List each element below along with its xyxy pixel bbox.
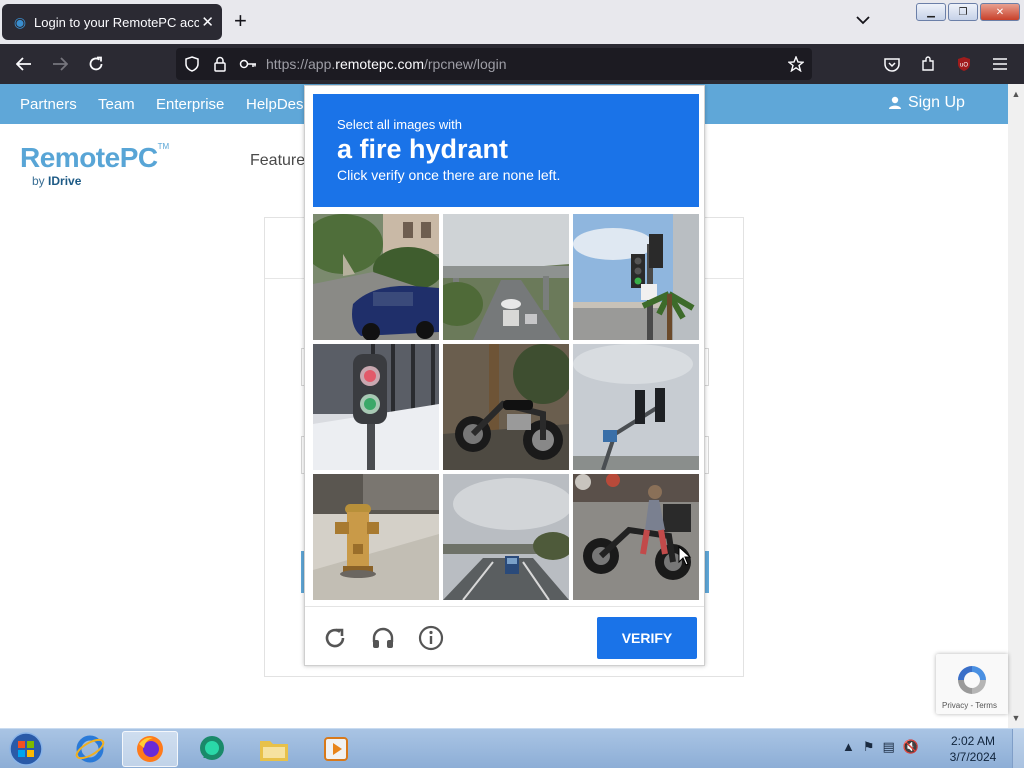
nav-helpdesk[interactable]: HelpDes bbox=[246, 96, 304, 113]
clock-date: 3/7/2024 bbox=[949, 750, 997, 764]
shield-icon[interactable] bbox=[178, 44, 206, 84]
user-icon bbox=[889, 96, 901, 109]
restore-icon[interactable]: ❐ bbox=[948, 3, 978, 21]
image-tile-pedestrian-signal[interactable] bbox=[313, 344, 439, 470]
ublock-origin-icon[interactable]: uO bbox=[950, 44, 978, 84]
nav-features[interactable]: Feature bbox=[250, 152, 305, 170]
navigation-toolbar: https://app.remotepc.com/rpcnew/login uO bbox=[0, 44, 1024, 84]
recaptcha-badge[interactable]: Privacy - Terms bbox=[936, 654, 1008, 714]
url-path: /rpcnew/login bbox=[423, 56, 507, 72]
image-tile-highway-truck[interactable] bbox=[443, 474, 569, 600]
scroll-up-icon[interactable]: ▲ bbox=[1008, 86, 1024, 102]
url-text: https://app.remotepc.com/rpcnew/login bbox=[266, 56, 506, 72]
image-grid bbox=[313, 214, 699, 600]
key-icon[interactable] bbox=[234, 44, 262, 84]
reload-challenge-icon[interactable] bbox=[320, 623, 350, 653]
instruction-line1: Select all images with bbox=[337, 117, 462, 132]
lock-icon[interactable] bbox=[206, 44, 234, 84]
nav-team[interactable]: Team bbox=[98, 96, 135, 113]
media-player-icon[interactable] bbox=[308, 731, 364, 767]
verify-button[interactable]: VERIFY bbox=[597, 617, 697, 659]
image-tile-highway-overpass-traffic[interactable] bbox=[443, 214, 569, 340]
nav-enterprise[interactable]: Enterprise bbox=[156, 96, 224, 113]
new-tab-icon[interactable]: + bbox=[234, 10, 247, 32]
audio-challenge-headphones-icon[interactable] bbox=[368, 623, 398, 653]
remotepc-favicon-icon: ◉ bbox=[13, 13, 27, 30]
start-button[interactable] bbox=[0, 731, 52, 767]
image-tile-traffic-lights-cloudy-sky[interactable] bbox=[573, 344, 699, 470]
close-tab-icon[interactable]: ✕ bbox=[201, 13, 214, 31]
logo-brand: RemotePC bbox=[20, 142, 158, 173]
internet-explorer-icon[interactable] bbox=[62, 731, 118, 767]
nav-partners[interactable]: Partners bbox=[20, 96, 77, 113]
action-center-flag-icon[interactable]: ⚑ bbox=[863, 739, 875, 755]
image-tile-motorcycle-rider[interactable] bbox=[573, 474, 699, 600]
image-tile-traffic-light-palm-tree[interactable] bbox=[573, 214, 699, 340]
app-bubble-icon[interactable] bbox=[184, 731, 240, 767]
clock-time: 2:02 AM bbox=[950, 734, 996, 748]
browser-tab[interactable]: ◉ Login to your RemotePC accou ✕ bbox=[2, 4, 222, 40]
logo-by: by bbox=[32, 174, 45, 188]
image-tile-street-corner-blue-car[interactable] bbox=[313, 214, 439, 340]
menu-hamburger-icon[interactable] bbox=[986, 44, 1014, 84]
svg-text:uO: uO bbox=[960, 63, 968, 69]
extensions-puzzle-icon[interactable] bbox=[914, 44, 942, 84]
show-desktop-button[interactable] bbox=[1012, 729, 1024, 768]
signup-label: Sign Up bbox=[908, 94, 965, 111]
recaptcha-logo-icon bbox=[958, 666, 986, 694]
bookmark-star-icon[interactable] bbox=[782, 44, 810, 84]
windows-start-orb-icon bbox=[9, 732, 43, 766]
minimize-icon[interactable]: ▁ bbox=[916, 3, 946, 21]
page-scrollbar[interactable]: ▲ ▼ bbox=[1008, 84, 1024, 728]
tray-expand-icon[interactable]: ▲ bbox=[842, 739, 855, 755]
challenge-footer: VERIFY bbox=[305, 606, 704, 666]
pocket-icon[interactable] bbox=[878, 44, 906, 84]
file-explorer-folder-icon[interactable] bbox=[246, 731, 302, 767]
chevron-down-icon[interactable] bbox=[856, 12, 870, 28]
firefox-icon[interactable] bbox=[122, 731, 178, 767]
challenge-target: a fire hydrant bbox=[337, 134, 509, 164]
info-icon[interactable] bbox=[416, 623, 446, 653]
mouse-cursor-icon bbox=[678, 546, 692, 566]
challenge-header: Select all images with a fire hydrant Cl… bbox=[313, 94, 699, 207]
volume-muted-icon[interactable]: 🔇 bbox=[903, 739, 919, 755]
window-controls: ▁ ❐ ✕ bbox=[916, 3, 1020, 21]
signup-link[interactable]: Sign Up bbox=[888, 94, 965, 112]
privacy-terms-text[interactable]: Privacy - Terms bbox=[942, 701, 997, 710]
taskbar-clock[interactable]: 2:02 AM 3/7/2024 bbox=[940, 733, 1006, 765]
reload-icon[interactable] bbox=[82, 44, 110, 84]
image-tile-parked-motorcycle[interactable] bbox=[443, 344, 569, 470]
recaptcha-challenge: Select all images with a fire hydrant Cl… bbox=[304, 85, 705, 666]
url-bar[interactable]: https://app.remotepc.com/rpcnew/login bbox=[176, 48, 812, 80]
logo-idrive: IDrive bbox=[48, 174, 82, 188]
tab-title: Login to your RemotePC accou bbox=[34, 14, 199, 30]
image-tile-fire-hydrant-sidewalk[interactable] bbox=[313, 474, 439, 600]
window-close-icon[interactable]: ✕ bbox=[980, 3, 1020, 21]
system-tray: ▲ ⚑ ▤ 🔇 bbox=[842, 739, 919, 755]
remotepc-logo[interactable]: RemotePCTM by IDrive bbox=[20, 142, 169, 188]
tab-strip: ◉ Login to your RemotePC accou ✕ + ▁ ❐ ✕ bbox=[0, 0, 1024, 44]
url-prefix: https://app. bbox=[266, 56, 336, 72]
scroll-down-icon[interactable]: ▼ bbox=[1008, 710, 1024, 726]
logo-tm: TM bbox=[157, 142, 170, 151]
url-host: remotepc.com bbox=[335, 56, 424, 72]
back-icon[interactable] bbox=[10, 44, 38, 84]
windows-taskbar: ▲ ⚑ ▤ 🔇 2:02 AM 3/7/2024 bbox=[0, 728, 1024, 768]
forward-icon[interactable] bbox=[46, 44, 74, 84]
network-icon[interactable]: ▤ bbox=[883, 739, 895, 755]
instruction-line3: Click verify once there are none left. bbox=[337, 167, 561, 183]
